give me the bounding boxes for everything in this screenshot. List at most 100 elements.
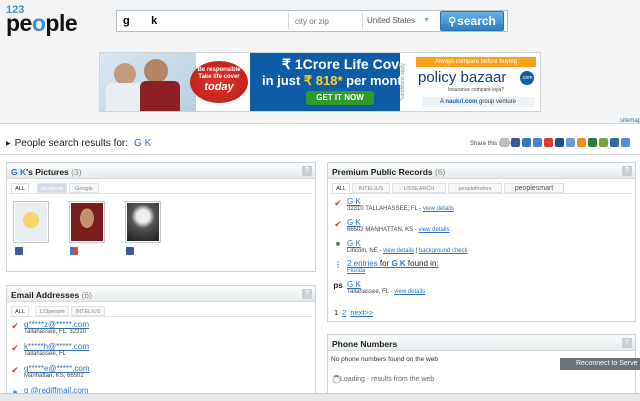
blogger-share-icon[interactable] <box>577 138 586 147</box>
ad-brand-logo: policy bazaar <box>418 69 507 86</box>
ad-compare-note: Always compare before buying <box>416 57 536 67</box>
tab-intelius[interactable]: INTELIUS <box>352 183 390 193</box>
state-link[interactable]: Florida <box>347 268 365 274</box>
ussearch-icon: ⫶ <box>336 260 340 270</box>
view-details-link[interactable]: view details <box>423 206 454 212</box>
intelius-icon: ✔ <box>11 321 19 331</box>
ad-conditions: *conditions apply <box>400 63 406 101</box>
status-bar <box>0 393 640 401</box>
help-icon[interactable]: ? <box>302 289 312 299</box>
ad-brand: Always compare before buying policy baza… <box>412 53 540 111</box>
header-divider <box>0 154 640 155</box>
tab-intelius[interactable]: INTELIUS <box>71 306 105 316</box>
sitemap-link[interactable]: sitemap <box>620 118 640 124</box>
record-entries-line: 2 entries for G K found in: <box>347 259 439 268</box>
advertisement-banner[interactable]: Be responsible Take life cover today ₹ 1… <box>99 52 541 112</box>
help-icon[interactable]: ? <box>622 338 632 348</box>
list-item: ✔ k*****h@*****.com Tallahassee, FL <box>10 342 290 362</box>
more-share-icon[interactable] <box>621 138 630 147</box>
reconnect-notice[interactable]: Reconnect to Serve <box>560 358 640 370</box>
picture-thumbnail[interactable] <box>69 201 105 243</box>
page-current: 1 <box>334 308 339 317</box>
tab-google[interactable]: Google <box>69 183 99 193</box>
intelius-icon: ✔ <box>11 343 19 353</box>
photo-figure <box>106 83 144 111</box>
help-icon[interactable]: ? <box>302 166 312 176</box>
intelius-icon: ✔ <box>334 219 342 229</box>
table-row: ✔ G K 66502 MANHATTAN, KS - view details <box>333 218 613 238</box>
record-detail: Tallahassee, FL - view details <box>347 289 426 295</box>
tab-underline <box>330 193 633 194</box>
help-icon[interactable]: ? <box>622 166 632 176</box>
email-link[interactable]: g*****e@*****.com <box>24 364 90 373</box>
tab-peoplesmart[interactable]: peoplesmart <box>504 183 564 193</box>
searched-name: G K <box>134 138 152 149</box>
name-search-input[interactable] <box>120 12 282 30</box>
ad-badge: Be responsible Take life cover today <box>190 61 248 103</box>
search-button[interactable]: ⚲search <box>440 11 504 31</box>
view-details-link[interactable]: view details <box>383 248 414 254</box>
record-name-link[interactable]: G K <box>347 197 361 206</box>
loading-message: Loading - results from the web <box>340 376 435 383</box>
phone-panel-header: Phone Numbers <box>328 335 635 351</box>
page-2-link[interactable]: 2 <box>342 308 346 317</box>
photo-figure <box>140 81 180 111</box>
picture-thumbnail[interactable] <box>125 201 161 243</box>
ad-cta-button[interactable]: GET IT NOW <box>306 91 374 105</box>
twitter-share-icon[interactable] <box>522 138 531 147</box>
view-details-link[interactable]: view details <box>394 289 425 295</box>
digg-share-icon[interactable] <box>544 138 553 147</box>
picture-thumbnail[interactable] <box>13 201 49 243</box>
myspace-share-icon[interactable] <box>533 138 542 147</box>
view-details-link[interactable]: view details <box>418 227 449 233</box>
tab-123people[interactable]: 123people <box>35 306 69 316</box>
tab-all[interactable]: ALL <box>332 183 350 193</box>
stumble-share-icon[interactable] <box>588 138 597 147</box>
email-link[interactable]: k*****h@*****.com <box>24 342 89 351</box>
next-page-link[interactable]: next>> <box>350 308 373 317</box>
email-share-icon[interactable] <box>500 138 509 147</box>
pagination: 1 2 next>> <box>334 308 373 317</box>
person-photo <box>71 203 103 241</box>
facebook-share-icon[interactable] <box>511 138 520 147</box>
ad-badge-line: Take life cover <box>198 74 240 80</box>
ad-tagline: Insurance compare kiya? <box>448 87 504 93</box>
entries-link[interactable]: 2 entries <box>347 259 378 268</box>
search-button-label: search <box>457 14 496 28</box>
delicious-share-icon[interactable] <box>555 138 564 147</box>
table-row: ✔ G K 32310 TALLAHASSEE, FL - view detai… <box>333 197 613 217</box>
tab-peoplefinders[interactable]: peoplefinders <box>448 183 502 193</box>
list-item: ✔ g*****z@*****.com Tallahassee, FL, 323… <box>10 320 290 340</box>
email-link[interactable]: g*****z@*****.com <box>24 320 89 329</box>
list-item: ✔ g*****e@*****.com Manhattan, KS, 66502 <box>10 364 290 384</box>
facebook-icon <box>126 247 134 255</box>
email-location: Tallahassee, FL, 32310 <box>24 329 87 335</box>
linkedin-share-icon[interactable] <box>566 138 575 147</box>
tab-facebook[interactable]: facebook <box>37 183 67 193</box>
tab-underline <box>9 316 313 317</box>
public-records-count: (6) <box>435 167 446 177</box>
public-records-title: Premium Public Records <box>332 167 433 177</box>
record-name-link[interactable]: G K <box>347 280 361 289</box>
record-detail: Florida <box>347 268 365 274</box>
pictures-count: (3) <box>71 167 82 177</box>
ad-badge-line: Be responsible <box>197 67 241 73</box>
person-photo <box>127 203 159 241</box>
pictures-panel-header: G K's Pictures (3) <box>7 163 315 179</box>
reddit-share-icon[interactable] <box>599 138 608 147</box>
tab-all[interactable]: ALL <box>11 306 29 316</box>
background-check-link[interactable]: background check <box>419 248 468 254</box>
site-logo[interactable]: 123 people <box>6 4 110 36</box>
country-select[interactable]: United States ▼ <box>362 13 432 29</box>
table-row: ■ G K Lincoln, NE - view details | backg… <box>333 239 613 259</box>
record-name-link[interactable]: G K <box>347 218 361 227</box>
location-input[interactable] <box>288 13 358 29</box>
tab-ussearch[interactable]: USSEARCH <box>392 183 446 193</box>
photo-figure <box>114 63 136 85</box>
record-detail: Lincoln, NE - view details | background … <box>347 248 468 254</box>
record-name-link[interactable]: G K <box>347 239 361 248</box>
tab-all[interactable]: ALL <box>11 183 29 193</box>
google-share-icon[interactable] <box>610 138 619 147</box>
ad-price-line: in just ₹ 818* per month. <box>262 73 414 88</box>
ad-brand-badge: .com <box>520 71 534 85</box>
